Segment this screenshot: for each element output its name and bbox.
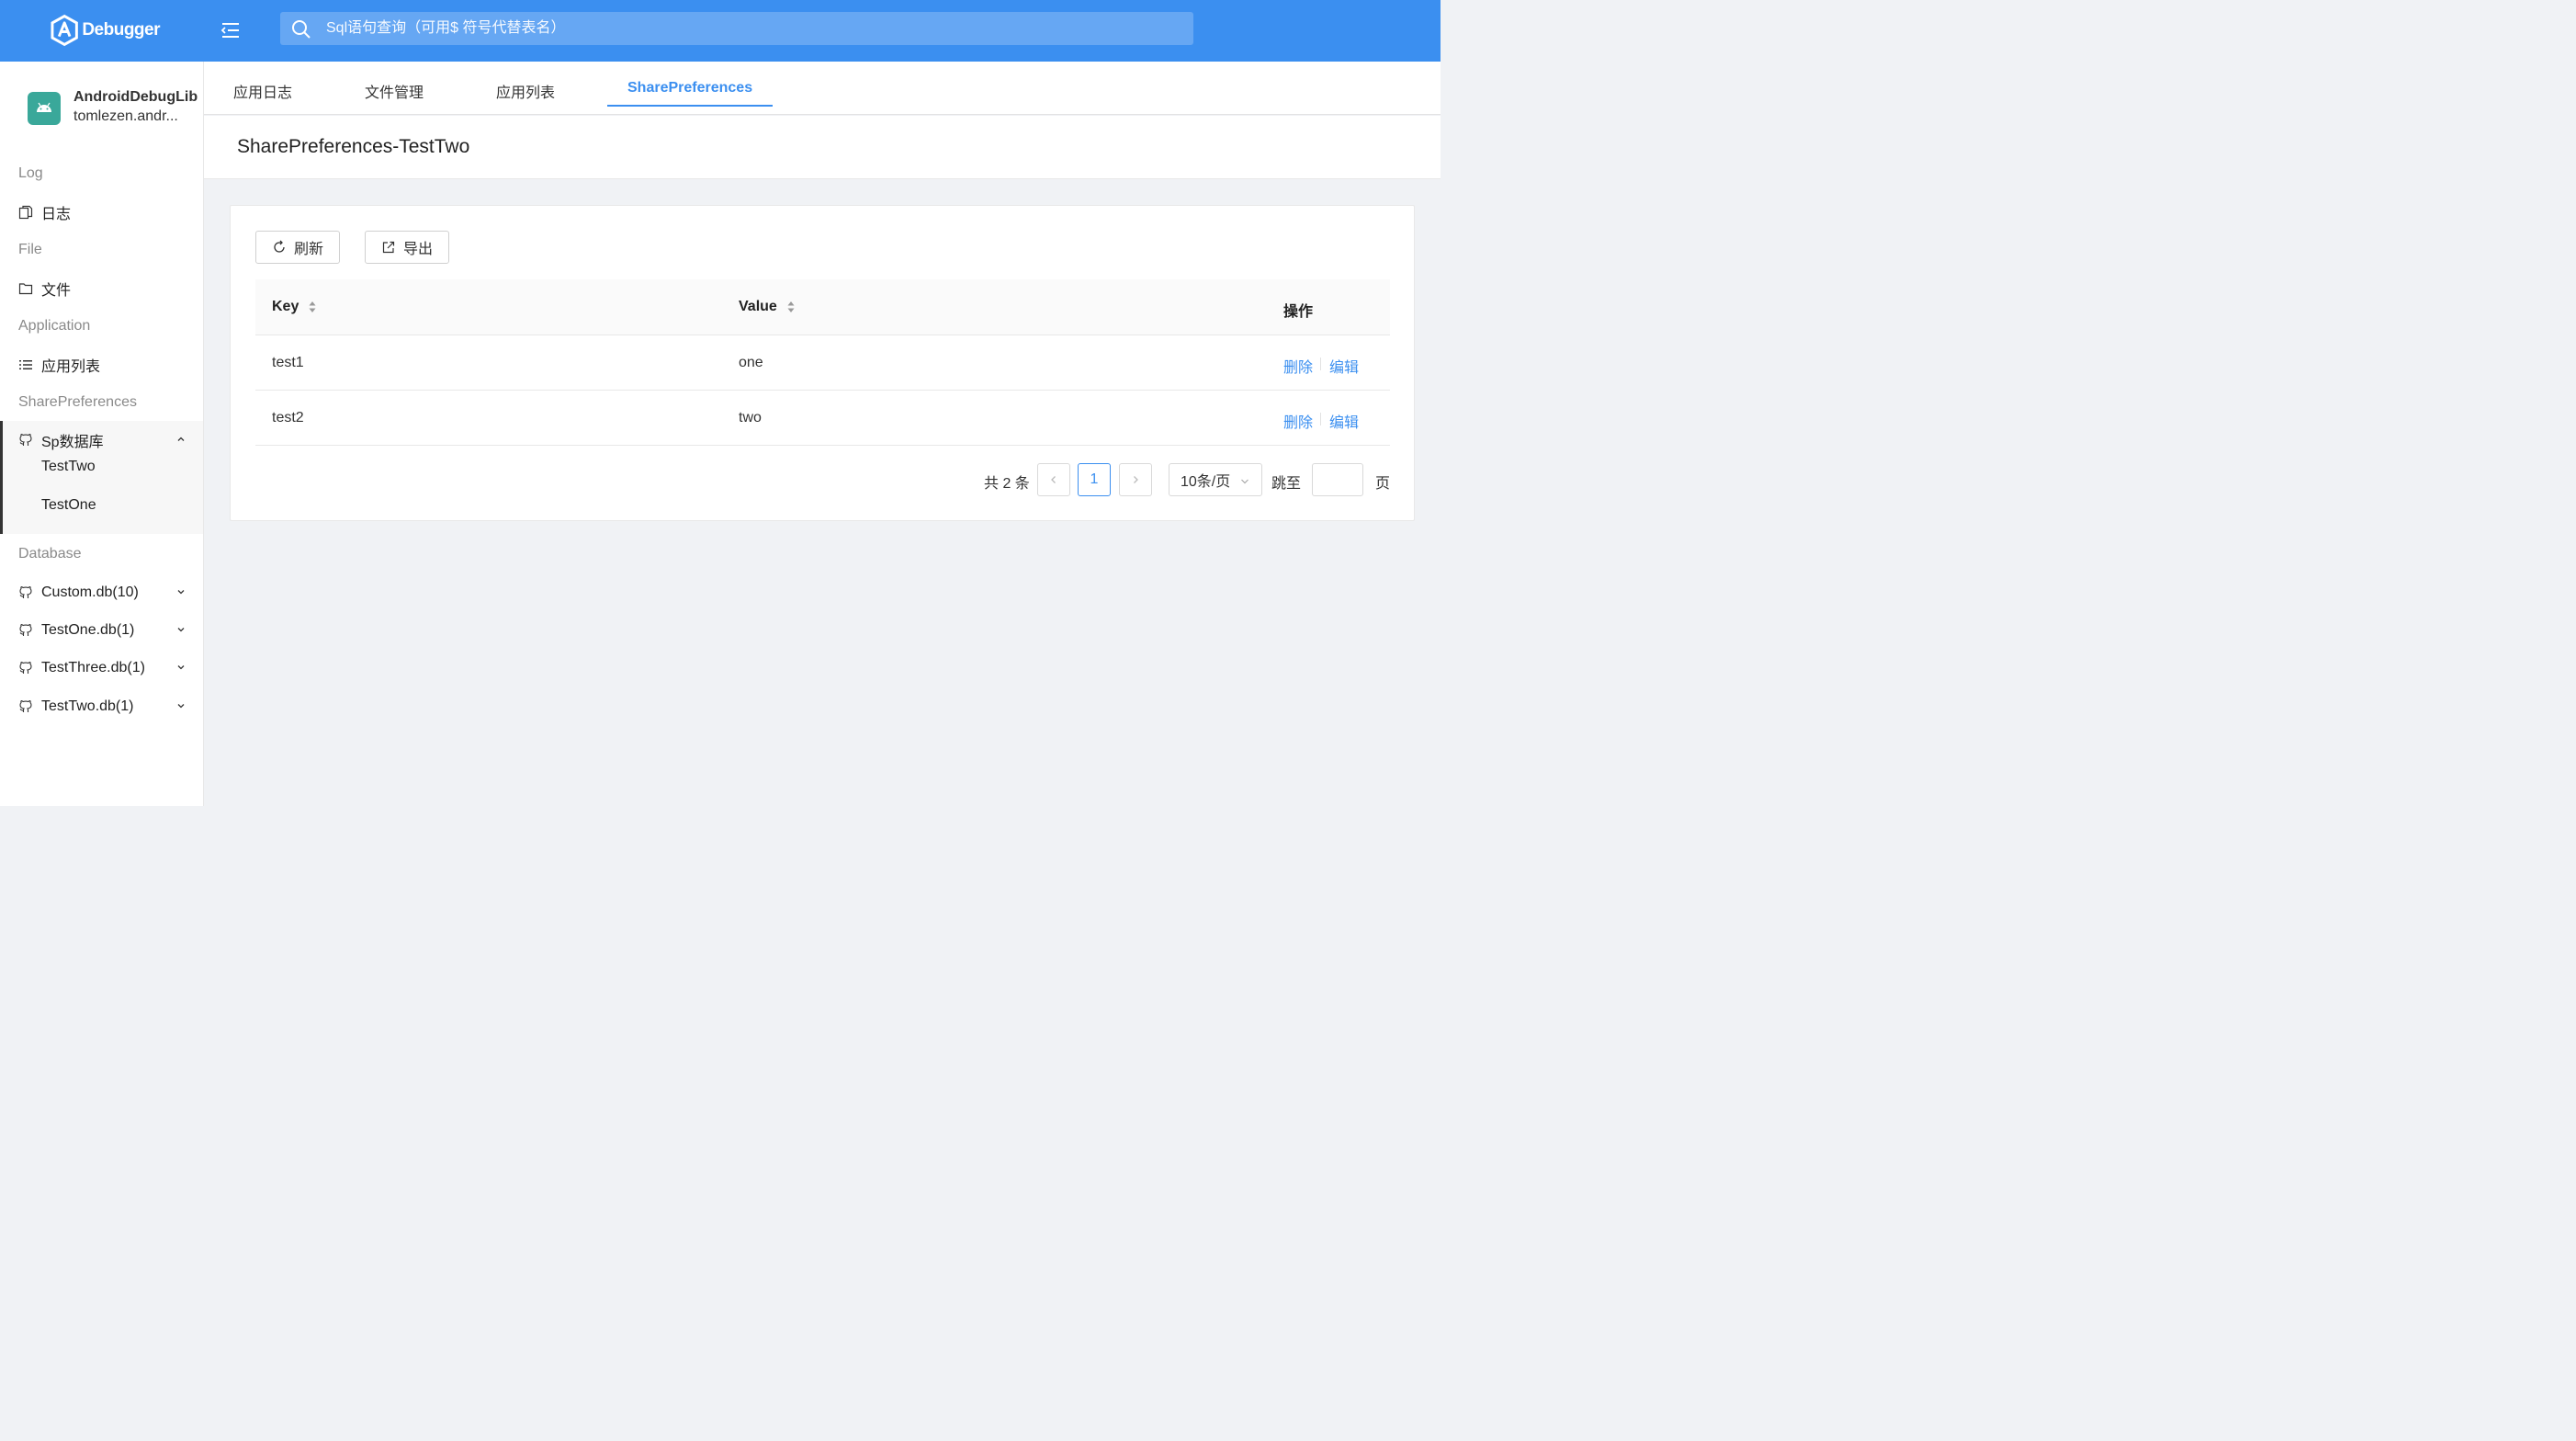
sidebar: AndroidDebugLib tomlezen.andr... Log 日志 … [0, 62, 204, 806]
page-size-value: 10条/页 [1181, 474, 1231, 490]
refresh-button[interactable]: 刷新 [255, 231, 340, 264]
delete-link[interactable]: 删除 [1283, 410, 1313, 432]
cell-key: test1 [272, 355, 304, 370]
edit-link[interactable]: 编辑 [1329, 410, 1359, 432]
table-row: test2 two 删除 编辑 [255, 391, 1390, 446]
sql-search-bar [280, 12, 1193, 45]
top-bar: Debugger [0, 0, 1441, 62]
group-label-file: File [18, 242, 42, 257]
page-1-button[interactable]: 1 [1078, 463, 1111, 496]
github-icon [19, 699, 32, 712]
github-icon [19, 585, 32, 598]
sort-icon[interactable] [308, 300, 317, 314]
column-header-actions: 操作 [1283, 304, 1314, 320]
sidebar-item-label: 应用列表 [41, 358, 101, 375]
pagination: 共 2 条 1 10条/页 跳至 页 [231, 463, 1416, 496]
sidebar-item-file[interactable]: 文件 [0, 269, 203, 307]
github-icon [19, 661, 32, 674]
export-icon [382, 241, 395, 254]
folder-icon [18, 282, 33, 294]
action-divider [1320, 357, 1321, 370]
sql-search-input[interactable] [326, 12, 1181, 45]
list-icon [19, 359, 32, 369]
table-header: Key Value 操作 [255, 279, 1390, 335]
copy-icon [18, 205, 33, 219]
sp-table: Key Value 操作 test1 one 删除 编辑 test2 two 删… [255, 279, 1390, 446]
sidebar-item-label: Sp数据库 [41, 434, 104, 450]
debugger-logo-icon [51, 14, 78, 47]
tab-app-list[interactable]: 应用列表 [496, 80, 555, 102]
group-label-sharepreferences: SharePreferences [18, 394, 137, 410]
prev-page-button[interactable] [1037, 463, 1070, 496]
page-header: SharePreferences-TestTwo [204, 116, 1441, 179]
chevron-right-icon [1134, 476, 1138, 483]
page-size-select[interactable]: 10条/页 [1169, 463, 1262, 496]
sidebar-item-db-testone[interactable]: TestOne.db(1) [0, 611, 203, 649]
github-icon [19, 433, 32, 446]
logo[interactable]: Debugger [50, 7, 160, 53]
chevron-down-icon [177, 590, 185, 595]
tab-app-log[interactable]: 应用日志 [233, 80, 292, 102]
export-button[interactable]: 导出 [365, 231, 449, 264]
sidebar-item-label: 日志 [41, 206, 72, 222]
android-app-icon [28, 92, 61, 125]
chevron-down-icon [1241, 479, 1248, 484]
pagination-total: 共 2 条 [984, 476, 1030, 492]
sidebar-item-db-testthree[interactable]: TestThree.db(1) [0, 649, 203, 686]
chevron-left-icon [1051, 476, 1056, 483]
cell-value: two [739, 410, 762, 425]
jump-to-label: 跳至 [1271, 476, 1302, 492]
page-suffix-label: 页 [1375, 476, 1391, 492]
chevron-down-icon [177, 628, 185, 632]
menu-fold-icon[interactable] [219, 18, 243, 42]
group-label-database: Database [18, 546, 82, 562]
app-name: AndroidDebugLib [73, 89, 198, 105]
export-label: 导出 [403, 242, 434, 257]
cell-key: test2 [272, 410, 304, 425]
chevron-down-icon [177, 665, 185, 670]
active-tab-indicator [607, 105, 773, 107]
jump-page-input[interactable] [1312, 463, 1363, 496]
sidebar-item-log[interactable]: 日志 [0, 193, 203, 231]
sidebar-item-label: Custom.db(10) [41, 584, 139, 600]
edit-link[interactable]: 编辑 [1329, 355, 1359, 377]
tab-file-manager[interactable]: 文件管理 [365, 80, 424, 102]
github-icon [19, 623, 32, 636]
sidebar-item-db-custom[interactable]: Custom.db(10) [0, 573, 203, 611]
sidebar-item-label: TestTwo.db(1) [41, 698, 134, 714]
chevron-down-icon [177, 704, 185, 709]
cell-value: one [739, 355, 763, 370]
content-card: 刷新 导出 Key Value 操作 test1 one 删除 编辑 test2 [230, 205, 1415, 521]
column-key-label: Key [272, 299, 299, 314]
sidebar-item-label: TestOne.db(1) [41, 621, 135, 638]
sidebar-item-sp-db[interactable]: Sp数据库 [0, 421, 203, 459]
delete-link[interactable]: 删除 [1283, 355, 1313, 377]
column-value-label: Value [739, 299, 777, 314]
tab-sharepreferences[interactable]: SharePreferences [627, 80, 752, 96]
chevron-up-icon [177, 437, 185, 441]
sidebar-item-db-testtwo[interactable]: TestTwo.db(1) [0, 687, 203, 725]
sidebar-item-label: TestThree.db(1) [41, 659, 145, 675]
group-label-log: Log [18, 165, 43, 181]
refresh-label: 刷新 [294, 242, 324, 257]
logo-text: Debugger [82, 20, 160, 40]
page-title: SharePreferences-TestTwo [237, 136, 470, 157]
tab-bar: 应用日志 文件管理 应用列表 SharePreferences [204, 62, 1441, 115]
sidebar-subitem-testone[interactable]: TestOne [41, 497, 96, 514]
sidebar-subitem-testtwo[interactable]: TestTwo [41, 459, 96, 475]
sidebar-item-label: 文件 [41, 282, 72, 299]
app-info: AndroidDebugLib tomlezen.andr... [28, 89, 202, 135]
group-label-application: Application [18, 318, 91, 334]
reload-icon [274, 240, 285, 253]
action-divider [1320, 413, 1321, 425]
table-row: test1 one 删除 编辑 [255, 335, 1390, 391]
column-header-key[interactable]: Key [272, 299, 317, 315]
column-header-value[interactable]: Value [739, 299, 796, 315]
app-package: tomlezen.andr... [73, 108, 178, 124]
search-icon[interactable] [291, 19, 311, 40]
sort-icon[interactable] [786, 300, 796, 314]
next-page-button[interactable] [1119, 463, 1152, 496]
sidebar-item-app-list[interactable]: 应用列表 [0, 346, 203, 383]
